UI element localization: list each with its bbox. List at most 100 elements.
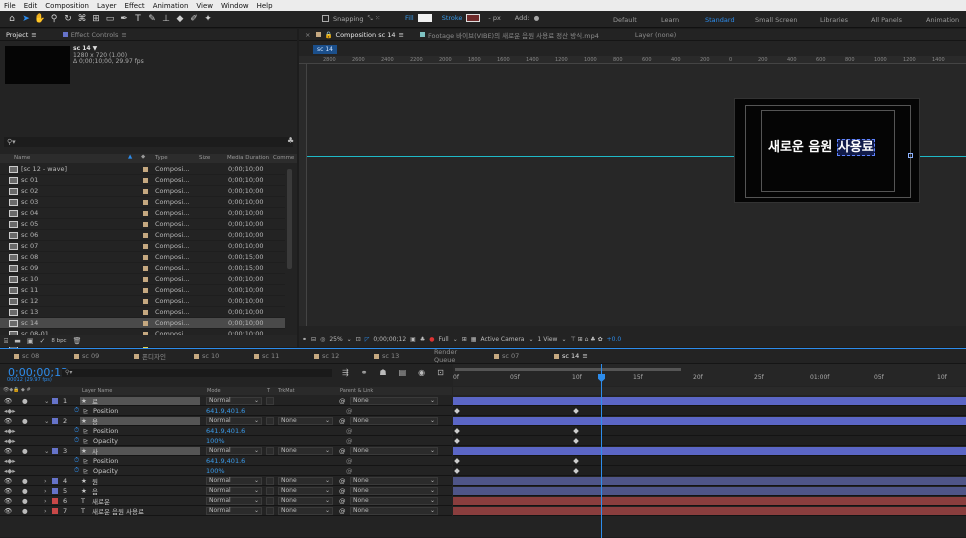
parent-dropdown[interactable]: None ⌄ bbox=[350, 446, 438, 455]
menu-item-layer[interactable]: Layer bbox=[97, 2, 117, 10]
snapping-checkbox[interactable] bbox=[322, 15, 329, 22]
keyframe[interactable] bbox=[454, 468, 460, 474]
exposure-value[interactable]: +0.0 bbox=[607, 336, 622, 343]
tab-layer[interactable]: Layer (none) bbox=[635, 31, 676, 39]
eye-icon[interactable]: 👁 bbox=[4, 447, 12, 455]
project-item[interactable]: sc 02 Composi... 0;00;10;00 bbox=[0, 186, 285, 197]
label-color[interactable] bbox=[143, 221, 148, 227]
timeline-tab[interactable]: sc 14 ≡ bbox=[540, 352, 600, 360]
twirl-icon[interactable]: › bbox=[44, 497, 47, 505]
stopwatch-icon[interactable]: ⏱ bbox=[74, 436, 79, 445]
solo-icon[interactable]: ● bbox=[22, 417, 28, 425]
workspace-libraries[interactable]: Libraries bbox=[820, 11, 848, 28]
label-col-icon[interactable]: ◆ bbox=[141, 154, 145, 160]
label-color[interactable] bbox=[52, 487, 58, 494]
label-color[interactable] bbox=[143, 188, 148, 194]
mode-dropdown[interactable]: Normal ⌄ bbox=[206, 476, 262, 485]
parent-dropdown[interactable]: None ⌄ bbox=[350, 496, 438, 505]
anchor-handle[interactable] bbox=[908, 153, 913, 158]
selection-tool-icon[interactable]: ➤ bbox=[20, 13, 32, 25]
grid-icon[interactable]: ⊡ bbox=[356, 336, 361, 343]
tab-footage[interactable]: Footage 바이브(VIBE)의 새로운 음원 사용료 정산 방식.mp4 bbox=[419, 30, 599, 40]
layer-duration-bar[interactable] bbox=[453, 487, 966, 495]
pickwhip-icon[interactable]: @ bbox=[339, 447, 346, 455]
layer-duration-bar[interactable] bbox=[453, 507, 966, 515]
composition-mini-icon[interactable]: ⇶ bbox=[342, 368, 349, 377]
menu-item-animation[interactable]: Animation bbox=[153, 2, 189, 10]
label-color[interactable] bbox=[52, 397, 58, 404]
label-color[interactable] bbox=[143, 166, 148, 172]
camera-tool-icon[interactable]: ⌘ bbox=[76, 13, 88, 25]
label-color[interactable] bbox=[143, 243, 148, 249]
glasses-icon[interactable]: ◎ bbox=[320, 336, 325, 343]
workspace-standard[interactable]: Standard bbox=[705, 11, 735, 28]
bpc-label[interactable]: 8 bpc bbox=[51, 338, 66, 344]
project-item[interactable]: sc 12 Composi... 0;00;10;00 bbox=[0, 296, 285, 307]
hand-tool-icon[interactable]: ✋ bbox=[34, 13, 46, 25]
pickwhip-icon[interactable]: @ bbox=[346, 457, 353, 465]
project-item[interactable]: sc 05 Composi... 0;00;10;00 bbox=[0, 219, 285, 230]
label-color[interactable] bbox=[143, 265, 148, 271]
timeline-tab[interactable]: sc 11 bbox=[240, 352, 300, 360]
pickwhip-icon[interactable]: @ bbox=[339, 477, 346, 485]
keyframe[interactable] bbox=[454, 458, 460, 464]
eye-icon[interactable]: 👁 bbox=[4, 397, 12, 405]
pickwhip-icon[interactable]: @ bbox=[339, 487, 346, 495]
layer-name[interactable]: 원 bbox=[92, 476, 98, 486]
comp-text-selected[interactable]: 사용료 bbox=[836, 139, 875, 156]
pickwhip-icon[interactable]: @ bbox=[346, 437, 353, 445]
project-item[interactable]: [sc 12 - wave] Composi... 0;00;10;00 bbox=[0, 164, 285, 175]
snap-options-icon[interactable]: ⤡ ⁙ bbox=[368, 14, 381, 23]
preserve-transparency-checkbox[interactable] bbox=[266, 476, 274, 485]
sort-icon[interactable]: ▲ bbox=[128, 154, 132, 160]
draft-3d-icon[interactable]: ⚭ bbox=[361, 368, 368, 377]
motion-blur-icon[interactable]: ◉ bbox=[418, 368, 425, 377]
pickwhip-icon[interactable]: @ bbox=[339, 497, 346, 505]
pickwhip-icon[interactable]: @ bbox=[339, 507, 346, 515]
stopwatch-icon[interactable]: ⏱ bbox=[74, 426, 79, 435]
fill-swatch[interactable] bbox=[417, 14, 432, 22]
parent-dropdown[interactable]: None ⌄ bbox=[350, 486, 438, 495]
mode-dropdown[interactable]: Normal ⌄ bbox=[206, 416, 262, 425]
project-item[interactable]: sc 13 Composi... 0;00;10;00 bbox=[0, 307, 285, 318]
fit-icon[interactable]: ⊟ bbox=[311, 336, 316, 343]
zoom-dropdown[interactable]: 25% bbox=[329, 336, 342, 343]
timeline-tab[interactable]: sc 13 bbox=[360, 352, 420, 360]
camera-dropdown[interactable]: Active Camera bbox=[480, 336, 524, 343]
preserve-transparency-checkbox[interactable] bbox=[266, 496, 274, 505]
flowchart-icon[interactable]: ♣ bbox=[287, 136, 294, 145]
label-color[interactable] bbox=[143, 199, 148, 205]
property-value[interactable]: 100% bbox=[206, 467, 225, 475]
rectangle-tool-icon[interactable]: ▭ bbox=[104, 13, 116, 25]
timeline-search[interactable]: ⚲▾ bbox=[62, 369, 332, 377]
label-color[interactable] bbox=[143, 276, 148, 282]
stopwatch-icon[interactable]: ⏱ bbox=[74, 456, 79, 465]
workspace-small-screen[interactable]: Small Screen bbox=[755, 11, 797, 28]
mode-dropdown[interactable]: Normal ⌄ bbox=[206, 396, 262, 405]
col-trkmat[interactable]: TrkMat bbox=[278, 388, 295, 394]
solo-icon[interactable]: ● bbox=[22, 507, 28, 515]
settings-icon[interactable]: ✓ bbox=[39, 337, 45, 345]
timeline-tab[interactable]: sc 10 bbox=[180, 352, 240, 360]
project-item[interactable]: sc 09 Composi... 0;00;15;00 bbox=[0, 263, 285, 274]
stroke-swatch[interactable] bbox=[466, 14, 481, 22]
keyframe[interactable] bbox=[573, 468, 579, 474]
3d-icon[interactable]: ⊤ ⊞ ⌂ ♣ ✿ bbox=[571, 336, 603, 343]
col-duration[interactable]: Media Duration bbox=[227, 155, 269, 161]
pan-behind-icon[interactable]: ⊞ bbox=[90, 13, 102, 25]
keyframe[interactable] bbox=[454, 428, 460, 434]
preserve-transparency-checkbox[interactable] bbox=[266, 446, 274, 455]
menu-item-file[interactable]: File bbox=[4, 2, 16, 10]
mode-dropdown[interactable]: Normal ⌄ bbox=[206, 496, 262, 505]
comp-text[interactable]: 새로운 음원 사용료 bbox=[768, 136, 875, 156]
preserve-transparency-checkbox[interactable] bbox=[266, 506, 274, 515]
solo-icon[interactable]: ● bbox=[22, 487, 28, 495]
channel-icon[interactable]: ♣ bbox=[420, 336, 425, 343]
parent-dropdown[interactable]: None ⌄ bbox=[350, 416, 438, 425]
label-color[interactable] bbox=[143, 287, 148, 293]
keyframe-nav-icon[interactable]: ◂◆▸ bbox=[4, 467, 16, 475]
type-tool-icon[interactable]: T bbox=[132, 13, 144, 25]
pickwhip-icon[interactable]: @ bbox=[346, 427, 353, 435]
layer-name[interactable]: 새로운 음원 사용료 bbox=[92, 506, 144, 516]
col-name[interactable]: Name bbox=[14, 155, 30, 161]
